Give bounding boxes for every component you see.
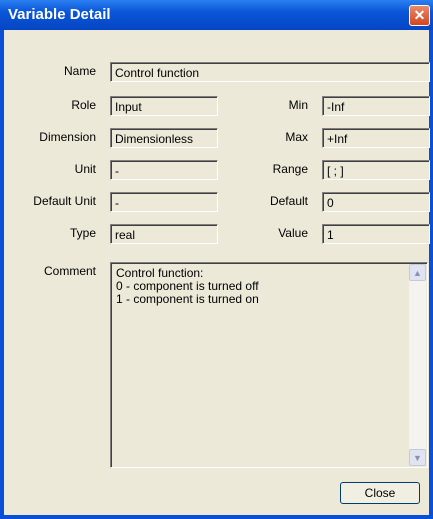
max-field: +Inf	[322, 128, 430, 148]
title-bar[interactable]: Variable Detail ✕	[0, 0, 433, 30]
max-label: Max	[285, 130, 308, 144]
scroll-down-button[interactable]: ▼	[409, 449, 426, 466]
comment-line: 1 - component is turned on	[116, 292, 259, 306]
min-field: -Inf	[322, 96, 430, 116]
close-icon: ✕	[413, 7, 426, 23]
min-label: Min	[288, 98, 308, 112]
arrow-down-icon: ▼	[413, 452, 422, 463]
role-label: Role	[71, 98, 96, 112]
close-button[interactable]: Close	[340, 482, 420, 504]
comment-scrollbar[interactable]: ▲ ▼	[409, 264, 426, 466]
default-unit-label: Default Unit	[33, 194, 96, 208]
window-title: Variable Detail	[8, 6, 111, 23]
default-unit-field: -	[110, 192, 218, 212]
range-field: [ ; ]	[322, 160, 430, 180]
comment-label: Comment	[43, 264, 96, 278]
value-field: 1	[322, 224, 430, 244]
title-close-button[interactable]: ✕	[409, 5, 430, 26]
arrow-up-icon: ▲	[413, 267, 422, 278]
comment-text: Control function: 0 - component is turne…	[116, 267, 259, 306]
value-label: Value	[278, 226, 308, 240]
unit-field: -	[110, 160, 218, 180]
variable-detail-dialog: Variable Detail ✕ Name Control function …	[0, 0, 433, 519]
name-field: Control function	[110, 62, 430, 82]
default-field: 0	[322, 192, 430, 212]
type-label: Type	[69, 226, 96, 240]
name-label: Name	[63, 64, 96, 78]
type-field: real	[110, 224, 218, 244]
dimension-label: Dimension	[39, 130, 96, 144]
comment-box[interactable]: Control function: 0 - component is turne…	[110, 262, 428, 468]
unit-label: Unit	[74, 162, 96, 176]
role-field: Input	[110, 96, 218, 116]
dimension-field: Dimensionless	[110, 128, 218, 148]
default-label: Default	[269, 194, 308, 208]
scroll-up-button[interactable]: ▲	[409, 264, 426, 281]
range-label: Range	[272, 162, 308, 176]
